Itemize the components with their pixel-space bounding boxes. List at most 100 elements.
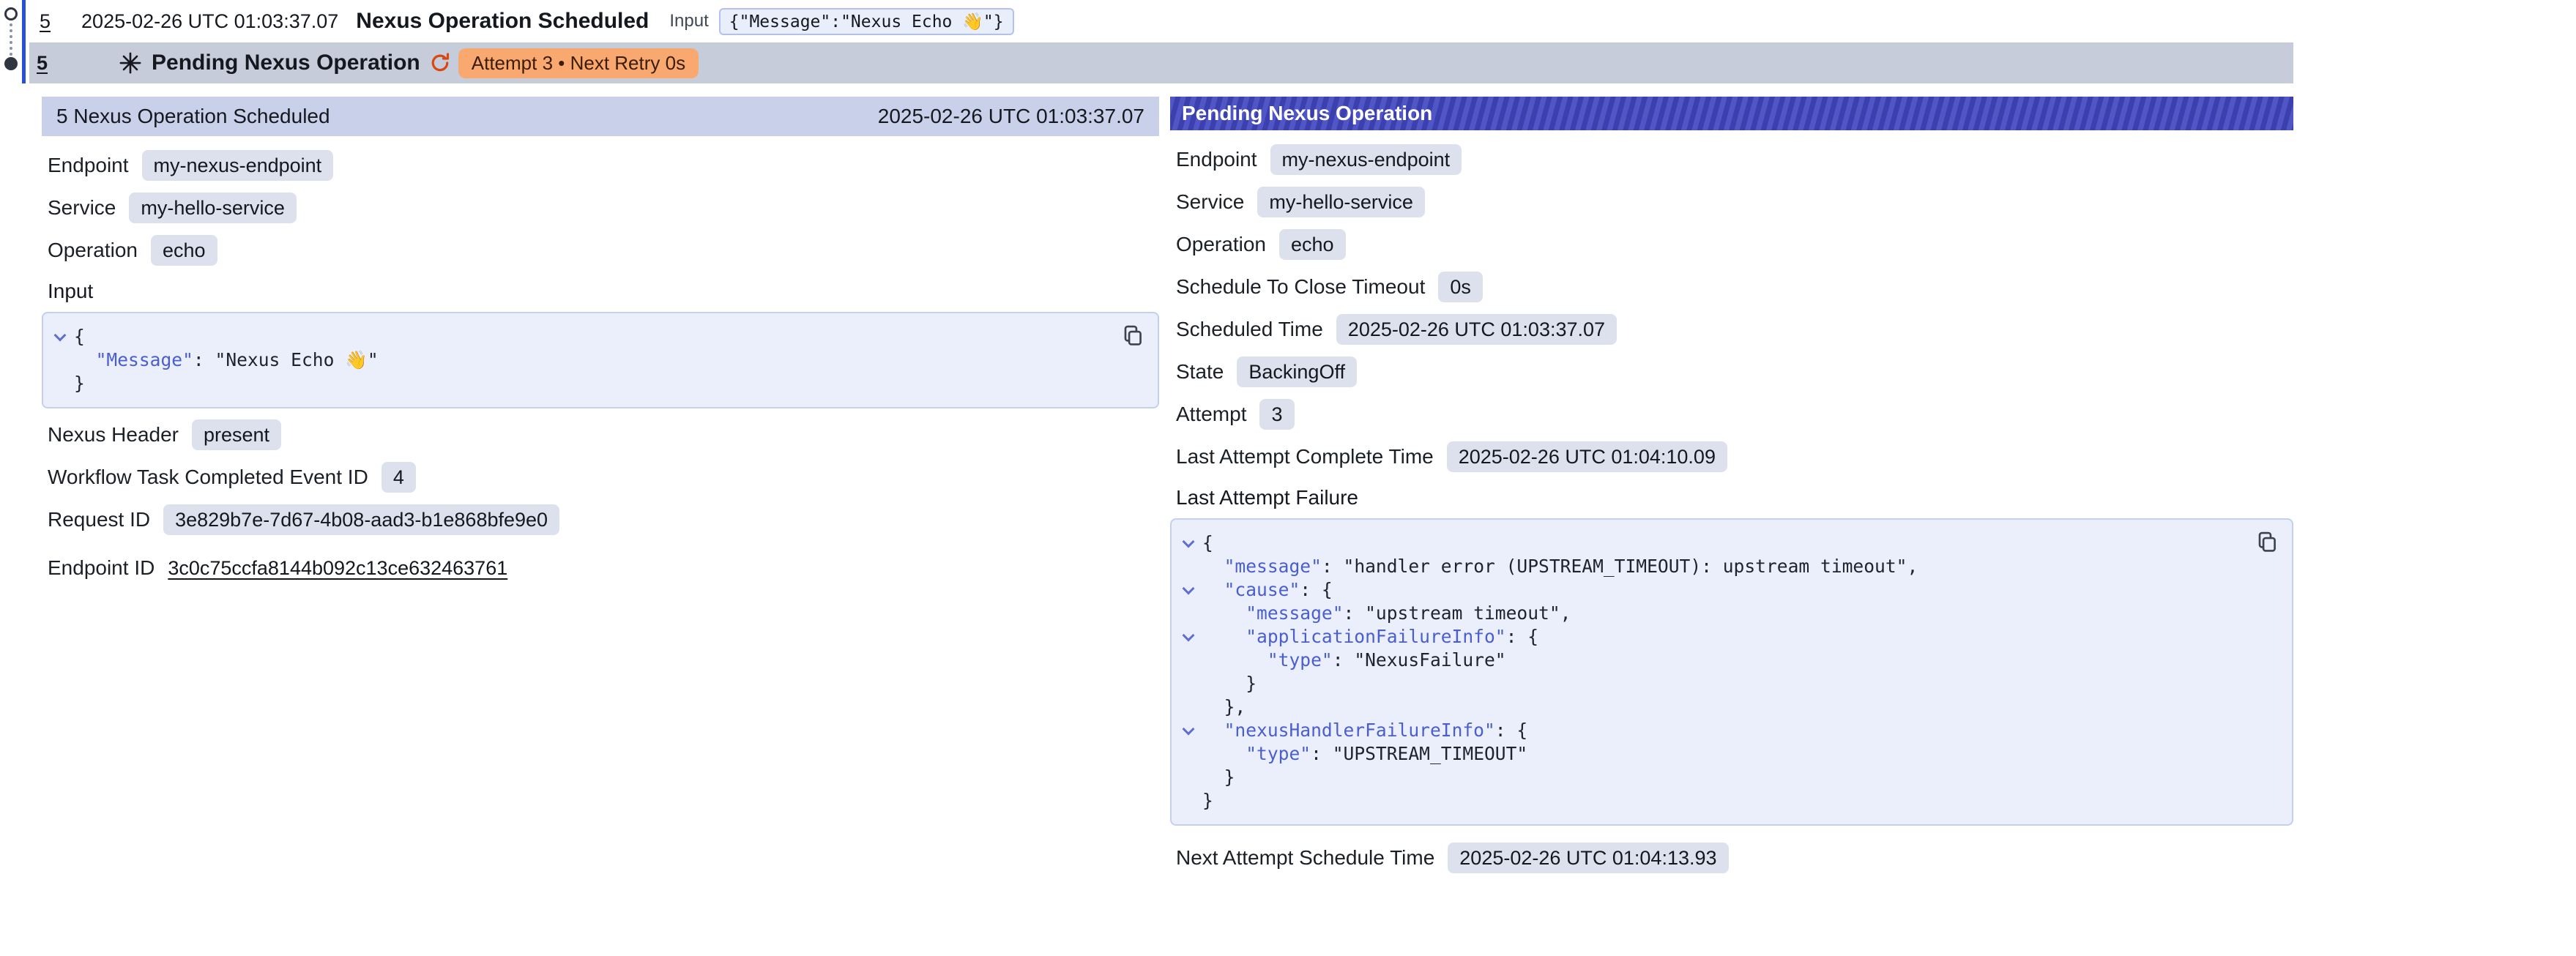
failure-json-viewer: { "message": "handler error (UPSTREAM_TI… <box>1170 518 2293 826</box>
json-token: , <box>1907 555 1918 578</box>
field-value-badge: present <box>192 419 281 450</box>
field-label: Endpoint ID <box>48 556 155 580</box>
json-token: { <box>1202 531 1213 555</box>
json-token: } <box>74 372 85 395</box>
json-line: "cause": { <box>1175 578 2248 602</box>
event-id-link[interactable]: 5 <box>40 10 51 33</box>
json-token <box>1202 602 1246 625</box>
field-operation: Operation echo <box>1170 228 2293 261</box>
field-scheduled-time: Scheduled Time 2025-02-26 UTC 01:03:37.0… <box>1170 313 2293 346</box>
collapse-chevron-icon[interactable] <box>54 329 67 342</box>
field-label: Last Attempt Complete Time <box>1176 445 1434 468</box>
json-line: "applicationFailureInfo": { <box>1175 625 2248 649</box>
field-next-attempt-schedule-time: Next Attempt Schedule Time 2025-02-26 UT… <box>1170 842 2293 874</box>
json-line: } <box>1175 766 2248 789</box>
field-label: Operation <box>1176 233 1266 256</box>
json-line-gutter <box>1175 634 1202 640</box>
input-section-label: Input <box>42 280 1159 303</box>
json-line: "Message": "Nexus Echo 👋" <box>46 348 1114 372</box>
scheduled-panel-timestamp: 2025-02-26 UTC 01:03:37.07 <box>878 105 1144 128</box>
copy-icon[interactable] <box>1118 321 1147 350</box>
copy-icon[interactable] <box>2252 527 2282 556</box>
field-value-badge: my-hello-service <box>129 193 297 223</box>
field-label: Workflow Task Completed Event ID <box>48 466 368 489</box>
json-line: "message": "handler error (UPSTREAM_TIME… <box>1175 555 2248 578</box>
field-operation: Operation echo <box>42 234 1159 266</box>
field-value-badge: 2025-02-26 UTC 01:04:13.93 <box>1448 843 1728 873</box>
workflow-history-event-detail: 5 2025-02-26 UTC 01:03:37.07 Nexus Opera… <box>0 0 2576 956</box>
json-lines: { "Message": "Nexus Echo 👋"} <box>46 325 1114 395</box>
field-nexus-header: Nexus Header present <box>42 419 1159 451</box>
field-schedule-to-close-timeout: Schedule To Close Timeout 0s <box>1170 271 2293 303</box>
endpoint-id-link[interactable]: 3c0c75ccfa8144b092c13ce632463761 <box>168 557 507 580</box>
json-line: "nexusHandlerFailureInfo": { <box>1175 719 2248 742</box>
event-input-label: Input <box>669 11 708 31</box>
json-token: "Message" <box>96 348 193 372</box>
history-content: 5 2025-02-26 UTC 01:03:37.07 Nexus Opera… <box>29 0 2293 874</box>
field-label: Service <box>48 196 116 220</box>
json-token: : <box>1333 649 1355 672</box>
attempt-retry-badge: Attempt 3 • Next Retry 0s <box>458 48 699 78</box>
json-token: : <box>1322 555 1344 578</box>
json-token: : { <box>1495 719 1527 742</box>
field-label: Operation <box>48 239 138 262</box>
json-line: { <box>46 325 1114 348</box>
json-token <box>1202 578 1224 602</box>
field-value-badge: BackingOff <box>1237 356 1357 387</box>
json-token: : <box>1344 602 1366 625</box>
field-label: Nexus Header <box>48 423 179 447</box>
json-line-gutter <box>1175 728 1202 733</box>
json-line: }, <box>1175 695 2248 719</box>
pending-operation-row[interactable]: 5 Pending Nexus Operation Attempt 3 • Ne… <box>29 42 2293 83</box>
field-label: Scheduled Time <box>1176 318 1323 341</box>
field-label: Request ID <box>48 508 150 531</box>
json-line: "type": "UPSTREAM_TIMEOUT" <box>1175 742 2248 766</box>
event-summary-row[interactable]: 5 2025-02-26 UTC 01:03:37.07 Nexus Opera… <box>29 0 2293 42</box>
collapse-chevron-icon[interactable] <box>1183 723 1195 736</box>
timeline-dotted-connector <box>10 23 12 56</box>
json-token: "type" <box>1246 742 1311 766</box>
pending-event-id-link[interactable]: 5 <box>37 52 48 75</box>
json-line-gutter <box>1175 587 1202 593</box>
pending-panel-title: Pending Nexus Operation <box>1182 102 1432 125</box>
json-token: { <box>74 325 85 348</box>
pending-panel-header: Pending Nexus Operation <box>1170 97 2293 130</box>
json-token: "NexusFailure" <box>1354 649 1505 672</box>
json-token <box>1202 742 1246 766</box>
field-endpoint: Endpoint my-nexus-endpoint <box>42 149 1159 182</box>
field-workflow-task-completed-event-id: Workflow Task Completed Event ID 4 <box>42 461 1159 493</box>
collapse-chevron-icon[interactable] <box>1183 583 1195 595</box>
json-token <box>74 348 96 372</box>
json-token: "message" <box>1224 555 1322 578</box>
field-value-badge: echo <box>151 235 217 266</box>
pending-operation-panel: Pending Nexus Operation Endpoint my-nexu… <box>1170 97 2293 874</box>
field-value-badge: 3 <box>1259 399 1294 430</box>
field-value-badge: echo <box>1279 229 1346 260</box>
json-token <box>1202 625 1246 649</box>
json-token: "cause" <box>1224 578 1300 602</box>
scheduled-panel-header: 5 Nexus Operation Scheduled 2025-02-26 U… <box>42 97 1159 136</box>
json-token: } <box>1202 789 1213 813</box>
timeline-node-filled-icon <box>4 57 18 70</box>
collapse-chevron-icon[interactable] <box>1183 630 1195 642</box>
json-line-gutter <box>46 334 74 340</box>
field-request-id: Request ID 3e829b7e-7d67-4b08-aad3-b1e86… <box>42 504 1159 536</box>
field-value-badge: 3e829b7e-7d67-4b08-aad3-b1e868bfe9e0 <box>163 504 559 535</box>
field-value-badge: 2025-02-26 UTC 01:04:10.09 <box>1447 441 1727 472</box>
json-line: { <box>1175 531 2248 555</box>
collapse-chevron-icon[interactable] <box>1183 536 1195 548</box>
json-line: } <box>1175 672 2248 695</box>
field-label: Endpoint <box>48 154 129 177</box>
field-attempt: Attempt 3 <box>1170 398 2293 430</box>
field-label: Next Attempt Schedule Time <box>1176 846 1434 870</box>
event-timestamp: 2025-02-26 UTC 01:03:37.07 <box>81 10 338 33</box>
json-line: } <box>1175 789 2248 813</box>
json-token: "type" <box>1267 649 1333 672</box>
json-token <box>1202 649 1267 672</box>
last-attempt-failure-label: Last Attempt Failure <box>1170 486 2293 509</box>
json-token: "nexusHandlerFailureInfo" <box>1224 719 1495 742</box>
pending-operation-title: Pending Nexus Operation <box>152 51 420 75</box>
event-input-preview-chip[interactable]: {"Message":"Nexus Echo 👋"} <box>719 8 1014 35</box>
field-label: State <box>1176 360 1224 384</box>
field-value-badge: 4 <box>381 462 416 493</box>
